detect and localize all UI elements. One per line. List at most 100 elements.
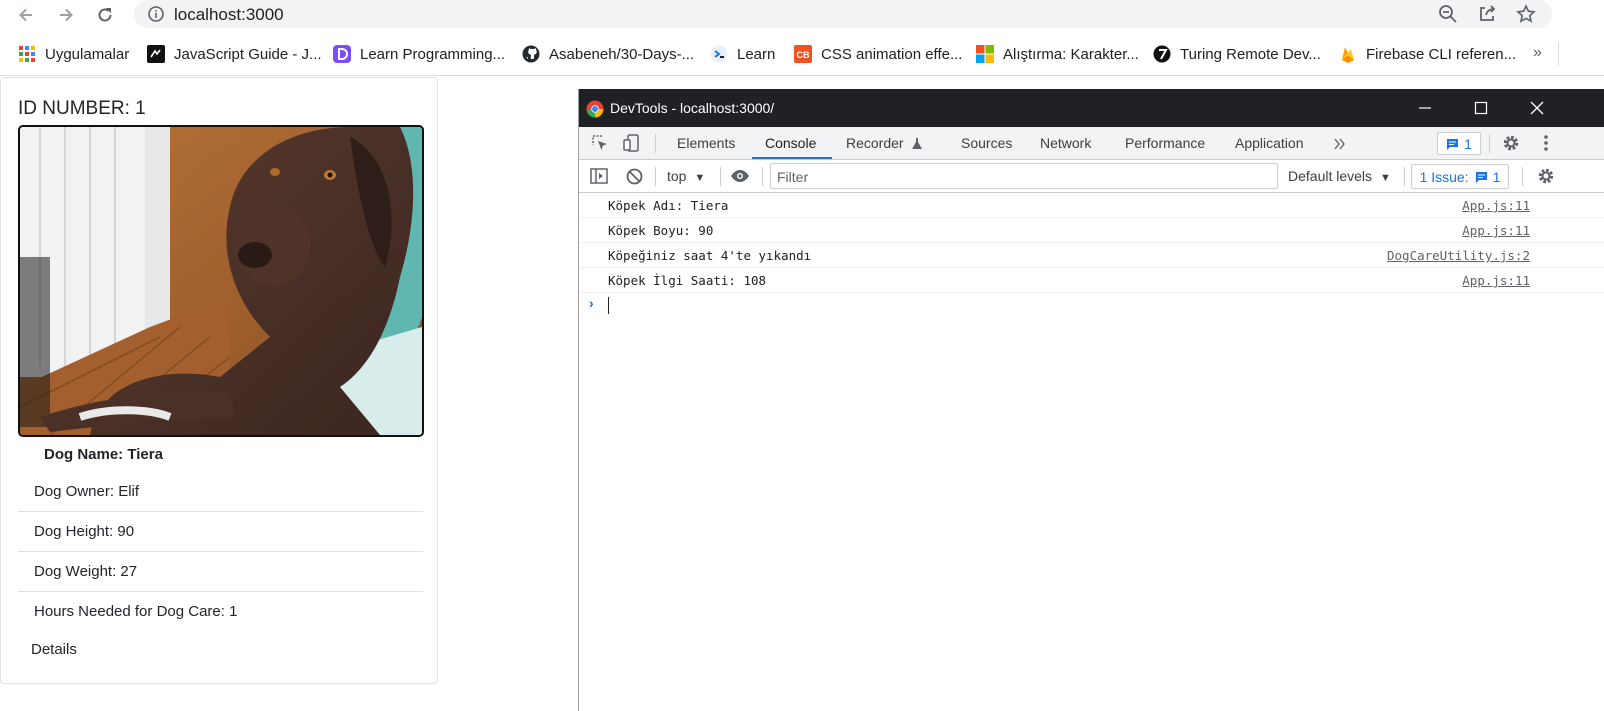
bookmark-label: CSS animation effe...	[821, 45, 963, 63]
bookmarks-bar: Uygulamalar JavaScript Guide - J... Lear…	[0, 38, 1604, 70]
bookmark-item[interactable]: Asabeneh/30-Days-...	[522, 44, 694, 64]
console-message: Köpek Adı: Tiera App.js:11	[579, 193, 1604, 218]
firebase-icon	[1342, 47, 1354, 63]
reload-button[interactable]	[92, 2, 118, 28]
minimize-icon	[1419, 107, 1431, 109]
dog-card: ID NUMBER: 1 Dog Name: Tiera Dog Owner: …	[0, 77, 438, 684]
bookmark-item[interactable]: Learn	[710, 44, 775, 64]
zoom-icon[interactable]	[1438, 4, 1458, 24]
filter-placeholder: Filter	[777, 169, 809, 185]
device-icon	[623, 134, 639, 152]
bookmark-item[interactable]: Learn Programming...	[333, 44, 505, 64]
device-toolbar-button[interactable]	[622, 133, 642, 153]
issues-label: 1 Issue:	[1419, 168, 1469, 185]
dog-owner-row: Dog Owner: Elif	[18, 472, 423, 512]
address-bar[interactable]: localhost:3000	[134, 0, 1552, 28]
bookmarks-overflow-button[interactable]: »	[1533, 44, 1542, 62]
forward-button[interactable]	[53, 2, 79, 28]
divider	[762, 167, 763, 186]
customize-menu-button[interactable]	[1536, 133, 1556, 153]
console-settings-button[interactable]	[1536, 166, 1556, 186]
back-button[interactable]	[13, 2, 39, 28]
dog-height-row: Dog Height: 90	[18, 512, 423, 552]
log-source-link[interactable]: App.js:11	[1462, 273, 1530, 288]
bookmark-item[interactable]: CB CSS animation effe...	[794, 44, 962, 64]
svg-text:CB: CB	[797, 50, 810, 60]
bookmark-item[interactable]: Alıştırma: Karakter...	[976, 44, 1139, 64]
issues-count-badge[interactable]: 1	[1437, 132, 1481, 155]
chrome-logo-icon	[586, 100, 604, 118]
css-animation-icon: CB	[794, 45, 812, 63]
divider	[1489, 134, 1490, 153]
divider	[655, 167, 656, 186]
context-selector[interactable]: top ▼	[667, 168, 705, 184]
bookmark-item[interactable]: Firebase CLI referen...	[1339, 44, 1516, 64]
microsoft-icon	[976, 45, 994, 63]
more-tabs-icon[interactable]	[1334, 138, 1346, 150]
log-text: Köpek İlgi Saati: 108	[608, 273, 767, 288]
microsoft-learn-icon	[710, 45, 728, 63]
tab-sources[interactable]: Sources	[961, 135, 1012, 151]
github-icon	[522, 45, 540, 63]
devtools-tab-bar: Elements Console Recorder Sources Networ…	[579, 127, 1604, 160]
dropdown-arrow-icon: ▼	[1379, 172, 1391, 184]
tab-network[interactable]: Network	[1040, 135, 1091, 151]
tab-console[interactable]: Console	[765, 135, 816, 151]
flask-icon	[912, 138, 922, 149]
prompt-chevron-icon: ›	[589, 295, 594, 311]
text-caret	[608, 297, 609, 314]
tab-elements[interactable]: Elements	[677, 135, 735, 151]
inspect-element-button[interactable]	[590, 133, 610, 153]
settings-button[interactable]	[1501, 133, 1521, 153]
dropdown-arrow-icon: ▼	[694, 172, 706, 184]
console-toolbar: top ▼ Filter Default levels ▼ 1 Issue: 1	[579, 160, 1604, 193]
log-source-link[interactable]: DogCareUtility.js:2	[1387, 248, 1530, 263]
divider	[0, 75, 1604, 76]
bookmark-item[interactable]: JavaScript Guide - J...	[147, 44, 322, 64]
bookmark-item[interactable]: Turing Remote Dev...	[1153, 44, 1321, 64]
log-source-link[interactable]: App.js:11	[1462, 223, 1530, 238]
message-icon	[1475, 171, 1487, 183]
filter-input[interactable]: Filter	[770, 163, 1278, 189]
maximize-button[interactable]	[1453, 89, 1509, 127]
log-levels-dropdown[interactable]: Default levels ▼	[1288, 168, 1391, 184]
tab-application[interactable]: Application	[1235, 135, 1304, 151]
message-icon	[1447, 138, 1459, 150]
details-link[interactable]: Details	[31, 641, 77, 658]
live-expression-button[interactable]	[729, 166, 751, 186]
divider	[655, 134, 656, 153]
share-icon[interactable]	[1477, 4, 1497, 24]
url-text[interactable]: localhost:3000	[174, 5, 284, 25]
log-source-link[interactable]: App.js:11	[1462, 198, 1530, 213]
info-icon[interactable]	[148, 6, 164, 22]
devtools-window: DevTools - localhost:3000/ Elements Cons…	[578, 89, 1604, 711]
console-message: Köpek Boyu: 90 App.js:11	[579, 218, 1604, 243]
inspect-cursor-icon	[592, 135, 607, 150]
arrow-left-icon	[19, 8, 32, 22]
care-hours-row: Hours Needed for Dog Care: 1	[34, 603, 238, 620]
tab-recorder[interactable]: Recorder	[846, 135, 904, 151]
bookmark-item[interactable]: Uygulamalar	[18, 44, 129, 64]
kebab-menu-icon	[1544, 135, 1548, 151]
tab-performance[interactable]: Performance	[1125, 135, 1205, 151]
clear-console-button[interactable]	[624, 166, 644, 186]
apps-grid-icon	[19, 46, 35, 62]
minimize-button[interactable]	[1397, 89, 1453, 127]
bookmark-star-icon[interactable]	[1516, 4, 1536, 24]
bookmark-label: Learn	[737, 45, 776, 63]
log-levels-label: Default levels	[1288, 168, 1373, 184]
console-prompt[interactable]: ›	[579, 293, 1604, 317]
issues-button[interactable]: 1 Issue: 1	[1411, 164, 1509, 189]
show-sidebar-button[interactable]	[589, 166, 609, 186]
block-icon	[626, 168, 642, 184]
dog-photo	[18, 125, 424, 437]
gear-icon	[1503, 135, 1519, 151]
close-icon	[1530, 101, 1544, 115]
bookmark-label: Firebase CLI referen...	[1366, 45, 1517, 63]
close-button[interactable]	[1509, 89, 1565, 127]
maximize-icon	[1474, 101, 1488, 115]
divider	[1522, 167, 1523, 186]
divider	[1404, 167, 1405, 186]
log-text: Köpek Adı: Tiera	[608, 198, 729, 213]
bookmark-label: Alıştırma: Karakter...	[1003, 45, 1139, 63]
